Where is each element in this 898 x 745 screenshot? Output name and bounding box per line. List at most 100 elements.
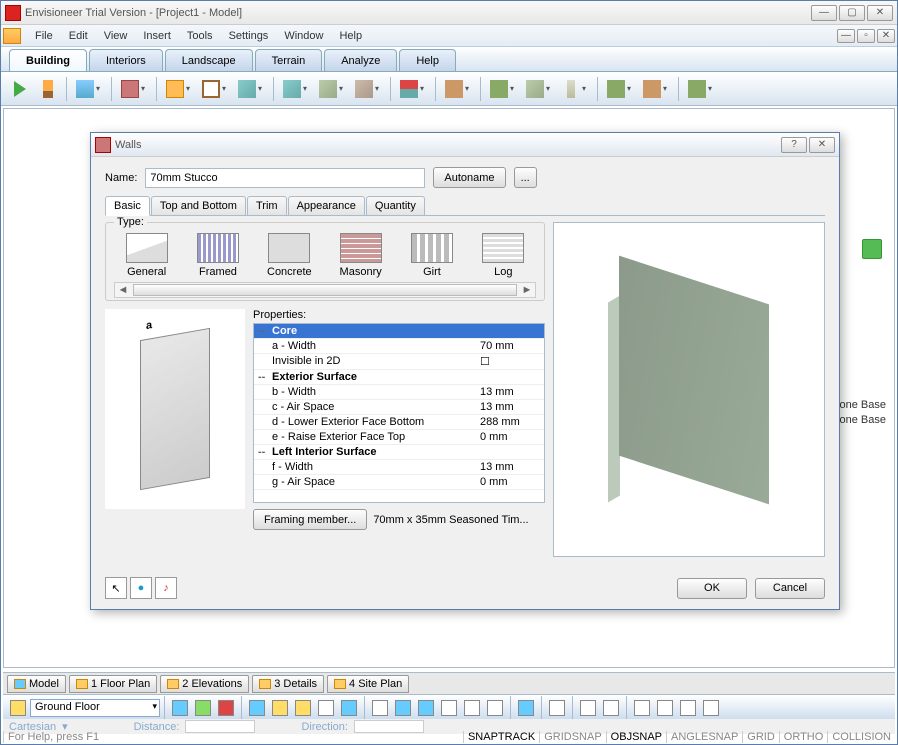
texture-button[interactable]: [461, 697, 483, 719]
tab-building[interactable]: Building: [9, 49, 87, 71]
menu-tools[interactable]: Tools: [179, 28, 221, 44]
property-row[interactable]: d - Lower Exterior Face Bottom288 mm: [254, 415, 544, 430]
surfaces-tool[interactable]: [603, 76, 637, 102]
user-badge-icon[interactable]: [862, 239, 882, 259]
tab-terrain[interactable]: Terrain: [255, 49, 323, 71]
2d-plus-button[interactable]: [192, 697, 214, 719]
footings-tool[interactable]: [486, 76, 520, 102]
snap-gridsnap[interactable]: GRIDSNAP: [539, 731, 605, 743]
menu-settings[interactable]: Settings: [221, 28, 277, 44]
look-button[interactable]: [315, 697, 337, 719]
menu-file[interactable]: File: [27, 28, 61, 44]
walls-tool[interactable]: [117, 76, 151, 102]
shaded-button[interactable]: [415, 697, 437, 719]
property-row[interactable]: c - Air Space13 mm: [254, 400, 544, 415]
property-row[interactable]: e - Raise Exterior Face Top0 mm: [254, 430, 544, 445]
name-input[interactable]: [145, 168, 425, 188]
type-concrete[interactable]: Concrete: [257, 233, 322, 278]
snap-snaptrack[interactable]: SNAPTRACK: [463, 731, 539, 743]
openings-tool[interactable]: [234, 76, 268, 102]
zoomout-button[interactable]: [600, 697, 622, 719]
scroll-right-icon[interactable]: ►: [519, 284, 535, 296]
viewtab-siteplan[interactable]: 4 Site Plan: [327, 675, 409, 693]
zoomfit-button[interactable]: [654, 697, 676, 719]
snap-objsnap[interactable]: OBJSNAP: [606, 731, 666, 743]
close-button[interactable]: ✕: [867, 5, 893, 21]
menu-edit[interactable]: Edit: [61, 28, 96, 44]
wireframe-button[interactable]: [369, 697, 391, 719]
sound-button[interactable]: ♪: [155, 577, 177, 599]
display-button[interactable]: [546, 697, 568, 719]
floor-combo[interactable]: Ground Floor: [30, 699, 160, 717]
doors-tool[interactable]: [162, 76, 196, 102]
zoomprev-button[interactable]: [677, 697, 699, 719]
snap-grid[interactable]: GRID: [742, 731, 779, 743]
property-row[interactable]: --Left Interior Surface: [254, 445, 544, 460]
properties-list[interactable]: --Corea - Width70 mmInvisible in 2D☐--Ex…: [253, 323, 545, 503]
mdi-close[interactable]: ✕: [877, 29, 895, 43]
type-framed[interactable]: Framed: [185, 233, 250, 278]
type-scrollbar[interactable]: ◄►: [114, 282, 536, 298]
menu-window[interactable]: Window: [276, 28, 331, 44]
snap-ortho[interactable]: ORTHO: [779, 731, 828, 743]
dtab-topbottom[interactable]: Top and Bottom: [151, 196, 246, 215]
type-log[interactable]: Log: [471, 233, 536, 278]
columns-tool[interactable]: [558, 76, 592, 102]
framing-member-button[interactable]: Framing member...: [253, 509, 367, 530]
minimize-button[interactable]: —: [811, 5, 837, 21]
menu-help[interactable]: Help: [331, 28, 370, 44]
menu-insert[interactable]: Insert: [135, 28, 179, 44]
dialog-close-button[interactable]: ✕: [809, 137, 835, 153]
select-mode-button[interactable]: ↖: [105, 577, 127, 599]
pattern-button[interactable]: [484, 697, 506, 719]
roofs-tool[interactable]: [396, 76, 430, 102]
select-tool[interactable]: [7, 76, 33, 102]
viewtab-elevations[interactable]: 2 Elevations: [160, 675, 249, 693]
maximize-button[interactable]: ▢: [839, 5, 865, 21]
autoname-button[interactable]: Autoname: [433, 167, 505, 188]
ok-button[interactable]: OK: [677, 578, 747, 599]
fly-button[interactable]: [292, 697, 314, 719]
windows-tool[interactable]: [198, 76, 232, 102]
viewtab-details[interactable]: 3 Details: [252, 675, 324, 693]
ceilings-tool[interactable]: [279, 76, 313, 102]
property-row[interactable]: f - Width13 mm: [254, 460, 544, 475]
mdi-restore[interactable]: ▫: [857, 29, 875, 43]
pan-button[interactable]: [700, 697, 722, 719]
framing-tool[interactable]: [684, 76, 718, 102]
structure-tool[interactable]: [441, 76, 475, 102]
dialog-help-button[interactable]: ?: [781, 137, 807, 153]
stereo-button[interactable]: [515, 697, 537, 719]
web-button[interactable]: ●: [130, 577, 152, 599]
2d-button[interactable]: [169, 697, 191, 719]
menu-view[interactable]: View: [96, 28, 136, 44]
dtab-basic[interactable]: Basic: [105, 196, 150, 216]
locations-button[interactable]: [7, 697, 29, 719]
scroll-thumb[interactable]: [133, 284, 517, 296]
type-masonry[interactable]: Masonry: [328, 233, 393, 278]
stairs-tool[interactable]: [351, 76, 385, 102]
viewtab-model[interactable]: Model: [7, 675, 66, 693]
property-row[interactable]: a - Width70 mm: [254, 339, 544, 354]
timber-tool[interactable]: [639, 76, 673, 102]
walk-button[interactable]: [269, 697, 291, 719]
3d-button[interactable]: [215, 697, 237, 719]
property-row[interactable]: b - Width13 mm: [254, 385, 544, 400]
paint-tool[interactable]: [35, 76, 61, 102]
house-tool[interactable]: [72, 76, 106, 102]
tab-analyze[interactable]: Analyze: [324, 49, 397, 71]
viewtab-floorplan[interactable]: 1 Floor Plan: [69, 675, 157, 693]
rendered-button[interactable]: [438, 697, 460, 719]
reset-button[interactable]: [338, 697, 360, 719]
cancel-button[interactable]: Cancel: [755, 578, 825, 599]
file-icon[interactable]: [3, 28, 21, 44]
snap-anglesnap[interactable]: ANGLESNAP: [666, 731, 742, 743]
mdi-minimize[interactable]: —: [837, 29, 855, 43]
hidden-button[interactable]: [392, 697, 414, 719]
tab-landscape[interactable]: Landscape: [165, 49, 253, 71]
dtab-appearance[interactable]: Appearance: [288, 196, 365, 215]
members-tool[interactable]: [522, 76, 556, 102]
property-row[interactable]: g - Air Space0 mm: [254, 475, 544, 490]
type-girt[interactable]: Girt: [399, 233, 464, 278]
zoomwindow-button[interactable]: [631, 697, 653, 719]
